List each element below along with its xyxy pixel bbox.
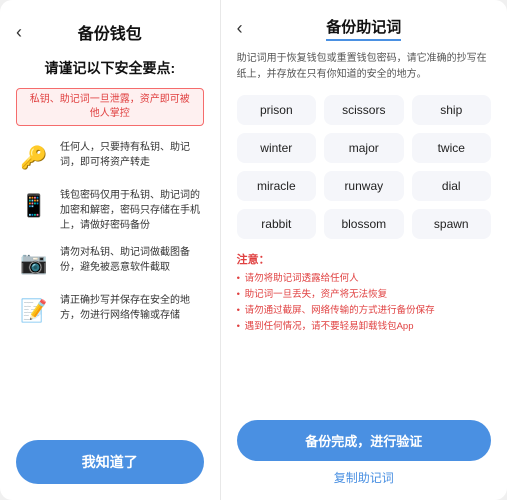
- mnemonic-word: runway: [324, 171, 403, 201]
- mnemonic-word: blossom: [324, 209, 403, 239]
- security-items-list: 🔑 任何人，只要持有私钥、助记词，即可将资产转走 📱 钱包密码仅用于私钥、助记词…: [16, 140, 204, 430]
- security-item-1: 🔑 任何人，只要持有私钥、助记词，即可将资产转走: [16, 140, 204, 176]
- mnemonic-word: prison: [237, 95, 316, 125]
- note-item: 请勿将助记词透露给任何人: [237, 271, 491, 287]
- key-icon: 🔑: [16, 140, 52, 176]
- security-item-4: 📝 请正确抄写并保存在安全的地方，勿进行网络传输或存储: [16, 293, 204, 329]
- notes-title: 注意：: [237, 251, 491, 267]
- mnemonic-word: major: [324, 133, 403, 163]
- security-text-1: 任何人，只要持有私钥、助记词，即可将资产转走: [60, 140, 204, 170]
- mnemonic-word: miracle: [237, 171, 316, 201]
- copy-mnemonic-button[interactable]: 复制助记词: [334, 469, 394, 486]
- right-title: 备份助记词: [326, 16, 401, 41]
- left-header: ‹ 备份钱包: [16, 20, 204, 44]
- right-header: ‹ 备份助记词: [237, 16, 491, 41]
- understood-button[interactable]: 我知道了: [16, 440, 204, 484]
- mnemonic-word: rabbit: [237, 209, 316, 239]
- security-text-2: 钱包密码仅用于私钥、助记词的加密和解密，密码只存储在手机上，请做好密码备份: [60, 188, 204, 233]
- right-bottom-actions: 备份完成，进行验证 复制助记词: [237, 420, 491, 486]
- mnemonic-word: ship: [412, 95, 491, 125]
- left-panel: ‹ 备份钱包 请谨记以下安全要点: 私钥、助记词一旦泄露，资产即可被他人掌控 🔑…: [0, 0, 220, 500]
- warning-badge: 私钥、助记词一旦泄露，资产即可被他人掌控: [16, 88, 204, 126]
- security-text-3: 请勿对私钥、助记词做截图备份，避免被恶意软件截取: [60, 245, 204, 275]
- security-item-2: 📱 钱包密码仅用于私钥、助记词的加密和解密，密码只存储在手机上，请做好密码备份: [16, 188, 204, 233]
- note-item: 请勿通过截屏、网络传输的方式进行备份保存: [237, 303, 491, 319]
- left-subtitle: 请谨记以下安全要点:: [44, 58, 175, 78]
- mnemonic-word: spawn: [412, 209, 491, 239]
- right-description: 助记词用于恢复钱包或重置钱包密码，请它准确的抄写在纸上，并存放在只有你知道的安全…: [237, 51, 491, 83]
- right-back-icon[interactable]: ‹: [237, 18, 243, 39]
- left-back-icon[interactable]: ‹: [16, 22, 22, 43]
- phone-icon: 📱: [16, 188, 52, 224]
- mnemonic-word: scissors: [324, 95, 403, 125]
- left-title: 备份钱包: [78, 20, 142, 44]
- confirm-backup-button[interactable]: 备份完成，进行验证: [237, 420, 491, 461]
- mnemonic-word: dial: [412, 171, 491, 201]
- note-item: 助记词一旦丢失，资产将无法恢复: [237, 287, 491, 303]
- camera-icon: 📷: [16, 245, 52, 281]
- mnemonic-word: winter: [237, 133, 316, 163]
- security-item-3: 📷 请勿对私钥、助记词做截图备份，避免被恶意软件截取: [16, 245, 204, 281]
- right-panel: ‹ 备份助记词 助记词用于恢复钱包或重置钱包密码，请它准确的抄写在纸上，并存放在…: [221, 0, 507, 500]
- note-icon: 📝: [16, 293, 52, 329]
- notes-section: 注意： 请勿将助记词透露给任何人助记词一旦丢失，资产将无法恢复请勿通过截屏、网络…: [237, 251, 491, 336]
- note-item: 遇到任何情况，请不要轻易卸载钱包App: [237, 319, 491, 335]
- mnemonic-word: twice: [412, 133, 491, 163]
- security-text-4: 请正确抄写并保存在安全的地方，勿进行网络传输或存储: [60, 293, 204, 323]
- mnemonic-grid: prison scissors ship winter major twice miracl…: [237, 95, 491, 239]
